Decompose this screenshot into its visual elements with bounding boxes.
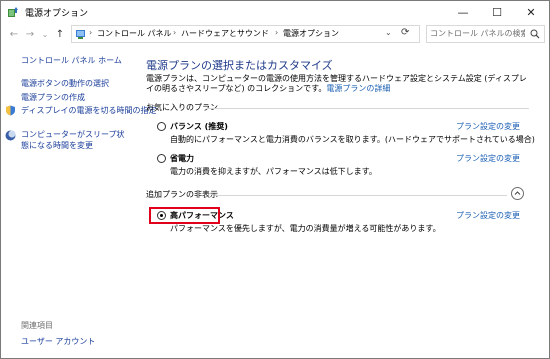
plan-desc-high-performance: パフォーマンスを優先しますが、電力の消費量が増える可能性があります。	[170, 224, 441, 233]
maximize-button[interactable]: ☐	[480, 1, 514, 23]
breadcrumb-separator: ›	[275, 28, 279, 37]
radio-balanced[interactable]	[157, 122, 166, 131]
breadcrumb-separator: ›	[173, 28, 177, 37]
related-heading: 関連項目	[21, 321, 53, 330]
section-divider	[207, 108, 529, 109]
highlight-box	[149, 207, 220, 224]
title-bar: 電源オプション — ☐ ✕	[1, 1, 549, 23]
search-icon[interactable]	[530, 29, 540, 39]
power-options-icon	[8, 7, 18, 17]
power-options-window: 電源オプション — ☐ ✕ ← → ⌄ ↑ › コントロール パネル › ハード…	[0, 0, 550, 359]
sidebar-item-power-button[interactable]: 電源ボタンの動作の選択	[21, 78, 109, 89]
page-description: 電源プランは、コンピューターの電源の使用方法を管理するハードウェア設定とシステム…	[146, 74, 531, 94]
plan-name-balanced[interactable]: バランス (推奨)	[170, 121, 228, 132]
recent-locations-button[interactable]: ⌄	[38, 26, 52, 42]
change-plan-link-power-saver[interactable]: プラン設定の変更	[456, 153, 520, 164]
search-input[interactable]	[430, 28, 525, 39]
plan-desc-power-saver: 電力の消費を抑えますが、パフォーマンスは低下します。	[170, 167, 377, 176]
radio-power-saver[interactable]	[157, 154, 166, 163]
back-button[interactable]: ←	[7, 26, 21, 42]
navigation-bar: ← → ⌄ ↑ › コントロール パネル › ハードウェアとサウンド › 電源オ…	[1, 23, 549, 45]
up-button[interactable]: ↑	[53, 26, 67, 42]
power-plan-details-link[interactable]: 電源プランの詳細	[326, 84, 390, 93]
chevron-up-icon	[514, 191, 521, 195]
collapse-section-button[interactable]	[511, 187, 524, 200]
window-title: 電源オプション	[25, 9, 89, 19]
breadcrumb-power-options[interactable]: 電源オプション	[283, 28, 339, 39]
change-plan-link-balanced[interactable]: プラン設定の変更	[456, 121, 520, 132]
control-panel-icon	[76, 30, 85, 39]
forward-button[interactable]: →	[23, 26, 37, 42]
page-title: 電源プランの選択またはカスタマイズ	[146, 59, 333, 72]
section-divider	[215, 195, 507, 196]
breadcrumb-separator: ›	[89, 28, 93, 37]
close-button[interactable]: ✕	[514, 1, 548, 23]
hidden-plans-label: 追加プランの非表示	[146, 190, 218, 199]
sidebar-item-display-off[interactable]: ディスプレイの電源を切る時間の指定	[21, 105, 156, 116]
refresh-icon[interactable]: ⟳	[401, 27, 409, 38]
sleep-moon-icon	[5, 130, 16, 141]
plan-name-power-saver[interactable]: 省電力	[170, 153, 194, 164]
plan-desc-balanced: 自動的にパフォーマンスと電力消費のバランスを取ります。(ハードウェアでサポートさ…	[170, 135, 535, 144]
breadcrumb-hardware-sound[interactable]: ハードウェアとサウンド	[181, 28, 269, 39]
minimize-button[interactable]: —	[446, 1, 480, 23]
address-bar[interactable]: › コントロール パネル › ハードウェアとサウンド › 電源オプション ⌄ ⟳	[71, 25, 420, 43]
sidebar-control-panel-home[interactable]: コントロール パネル ホーム	[21, 55, 122, 66]
search-box[interactable]	[426, 25, 545, 43]
breadcrumb-control-panel[interactable]: コントロール パネル	[97, 28, 172, 39]
shield-icon	[6, 105, 15, 116]
change-plan-link-high-performance[interactable]: プラン設定の変更	[456, 210, 520, 221]
sidebar-item-user-accounts[interactable]: ユーザー アカウント	[21, 336, 95, 347]
sidebar-item-sleep-time[interactable]: コンピューターがスリープ状態になる時間を変更	[21, 129, 131, 151]
chevron-down-icon[interactable]: ⌄	[385, 28, 392, 37]
sidebar-item-create-plan[interactable]: 電源プランの作成	[21, 92, 85, 103]
